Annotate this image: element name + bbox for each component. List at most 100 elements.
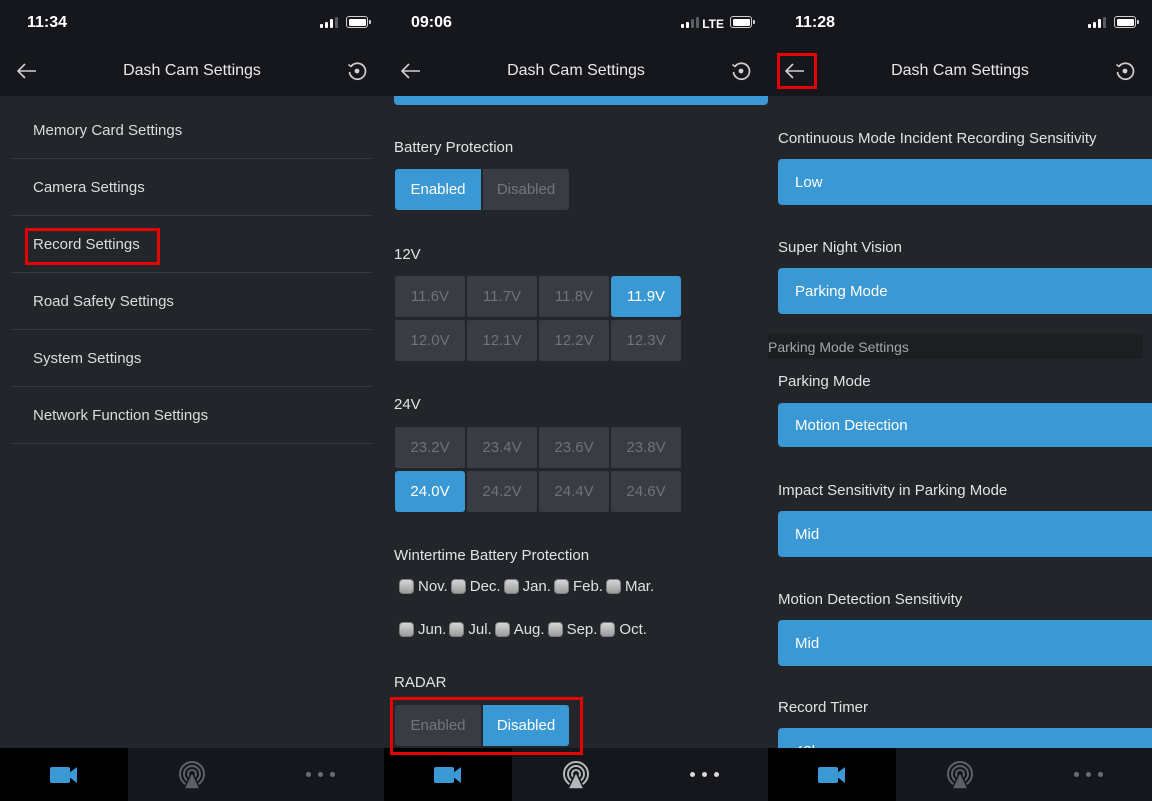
video-camera-icon — [818, 766, 845, 783]
field-label: Record Timer — [778, 699, 869, 716]
voltage-option-selected[interactable]: 24.0V — [395, 471, 465, 512]
menu-item-label: Road Safety Settings — [33, 292, 174, 310]
page-title: Dash Cam Settings — [507, 62, 645, 79]
radar-label: RADAR — [394, 674, 447, 691]
menu-item-memory-card[interactable]: Memory Card Settings — [11, 102, 372, 159]
status-bar: 11:28 — [768, 0, 1152, 46]
previous-setting-button[interactable] — [394, 96, 768, 105]
tab-broadcast[interactable] — [128, 748, 256, 801]
tab-broadcast[interactable] — [896, 748, 1024, 801]
incident-sensitivity-select[interactable]: Low — [778, 159, 1152, 205]
voltage-option-selected[interactable]: 11.9V — [611, 276, 681, 317]
phone-screen-settings-menu: 11:34 Dash Cam Settings Memory Card Sett… — [0, 0, 384, 801]
radar-disabled[interactable]: Disabled — [483, 705, 569, 746]
nav-bar: Dash Cam Settings — [384, 46, 768, 96]
menu-item-label: Network Function Settings — [33, 406, 209, 424]
month-label: Nov. — [418, 578, 448, 595]
month-checkbox-sep[interactable]: Sep. — [547, 621, 597, 638]
super-night-vision-select[interactable]: Parking Mode — [778, 268, 1152, 314]
month-checkbox-feb[interactable]: Feb. — [553, 578, 603, 595]
motion-sensitivity-select[interactable]: Mid — [778, 620, 1152, 666]
status-time: 09:06 — [411, 14, 452, 31]
menu-item-label: Memory Card Settings — [33, 121, 183, 139]
month-checkbox-jan[interactable]: Jan. — [503, 578, 551, 595]
settings-menu: Memory Card Settings Camera Settings Rec… — [11, 102, 372, 444]
menu-item-label: System Settings — [33, 349, 142, 367]
battery-protection-disabled[interactable]: Disabled — [483, 169, 569, 210]
tab-more[interactable] — [1024, 748, 1152, 801]
record-timer-select[interactable]: 48h — [778, 728, 1152, 748]
signal-icon — [1088, 17, 1106, 28]
tab-dash-cam[interactable] — [384, 748, 512, 801]
month-row-1: Nov. Dec. Jan. Feb. Mar. — [399, 578, 657, 595]
voltage-option[interactable]: 23.4V — [467, 427, 537, 468]
checkbox-icon — [503, 579, 519, 594]
voltage-option[interactable]: 12.0V — [395, 320, 465, 361]
reset-button[interactable] — [1112, 58, 1138, 84]
checkbox-icon — [399, 622, 414, 637]
signal-icon — [320, 17, 338, 28]
phone-screen-battery-settings: 09:06 LTE Dash Cam Settings Battery Prot… — [384, 0, 768, 801]
month-label: Feb. — [572, 578, 603, 595]
battery-protection-label: Battery Protection — [394, 139, 514, 156]
tab-broadcast[interactable] — [512, 748, 640, 801]
battery-icon — [1114, 16, 1139, 28]
month-checkbox-mar[interactable]: Mar. — [605, 578, 654, 595]
month-checkbox-jun[interactable]: Jun. — [399, 621, 446, 638]
month-checkbox-dec[interactable]: Dec. — [450, 578, 501, 595]
voltage-12v-label: 12V — [394, 246, 421, 263]
radar-enabled[interactable]: Enabled — [395, 705, 481, 746]
impact-sensitivity-select[interactable]: Mid — [778, 511, 1152, 557]
reset-icon — [348, 62, 367, 81]
battery-protection-enabled[interactable]: Enabled — [395, 169, 481, 210]
tab-bar — [0, 748, 384, 801]
voltage-option[interactable]: 11.8V — [539, 276, 609, 317]
tab-dash-cam[interactable] — [0, 748, 128, 801]
parking-mode-select[interactable]: Motion Detection — [778, 403, 1152, 447]
status-time: 11:34 — [27, 14, 68, 31]
voltage-24v-grid: 23.2V 23.4V 23.6V 23.8V 24.0V 24.2V 24.4… — [395, 427, 681, 512]
month-label: Jul. — [468, 621, 492, 638]
voltage-option[interactable]: 24.6V — [611, 471, 681, 512]
menu-item-record[interactable]: Record Settings — [11, 216, 372, 273]
checkbox-icon — [547, 622, 563, 637]
voltage-option[interactable]: 23.2V — [395, 427, 465, 468]
battery-icon — [730, 16, 755, 28]
voltage-option[interactable]: 12.1V — [467, 320, 537, 361]
month-label: Oct. — [619, 621, 647, 638]
month-checkbox-nov[interactable]: Nov. — [399, 578, 448, 595]
reset-button[interactable] — [344, 58, 370, 84]
tab-more[interactable] — [640, 748, 768, 801]
month-label: Dec. — [469, 578, 501, 595]
reset-button[interactable] — [728, 58, 754, 84]
tab-more[interactable] — [256, 748, 384, 801]
field-label: Motion Detection Sensitivity — [778, 591, 963, 608]
network-type: LTE — [702, 17, 724, 31]
menu-item-system[interactable]: System Settings — [11, 330, 372, 387]
month-label: Jun. — [418, 621, 447, 638]
page-title: Dash Cam Settings — [123, 62, 261, 79]
signal-icon — [681, 17, 699, 28]
voltage-option[interactable]: 11.7V — [467, 276, 537, 317]
battery-icon — [346, 16, 371, 28]
battery-protection-toggle: Enabled Disabled — [395, 169, 569, 210]
checkbox-icon — [399, 579, 414, 594]
voltage-option[interactable]: 24.4V — [539, 471, 609, 512]
month-checkbox-oct[interactable]: Oct. — [600, 621, 647, 638]
radar-toggle: Enabled Disabled — [395, 705, 569, 746]
voltage-24v-label: 24V — [394, 396, 421, 413]
month-checkbox-aug[interactable]: Aug. — [494, 621, 545, 638]
voltage-option[interactable]: 23.8V — [611, 427, 681, 468]
voltage-option[interactable]: 24.2V — [467, 471, 537, 512]
menu-item-network-function[interactable]: Network Function Settings — [11, 387, 372, 444]
voltage-option[interactable]: 11.6V — [395, 276, 465, 317]
month-checkbox-jul[interactable]: Jul. — [449, 621, 492, 638]
voltage-option[interactable]: 12.2V — [539, 320, 609, 361]
menu-item-road-safety[interactable]: Road Safety Settings — [11, 273, 372, 330]
menu-item-camera[interactable]: Camera Settings — [11, 159, 372, 216]
tab-dash-cam[interactable] — [768, 748, 896, 801]
video-camera-icon — [434, 766, 461, 783]
voltage-option[interactable]: 12.3V — [611, 320, 681, 361]
voltage-option[interactable]: 23.6V — [539, 427, 609, 468]
tab-bar — [384, 748, 768, 801]
